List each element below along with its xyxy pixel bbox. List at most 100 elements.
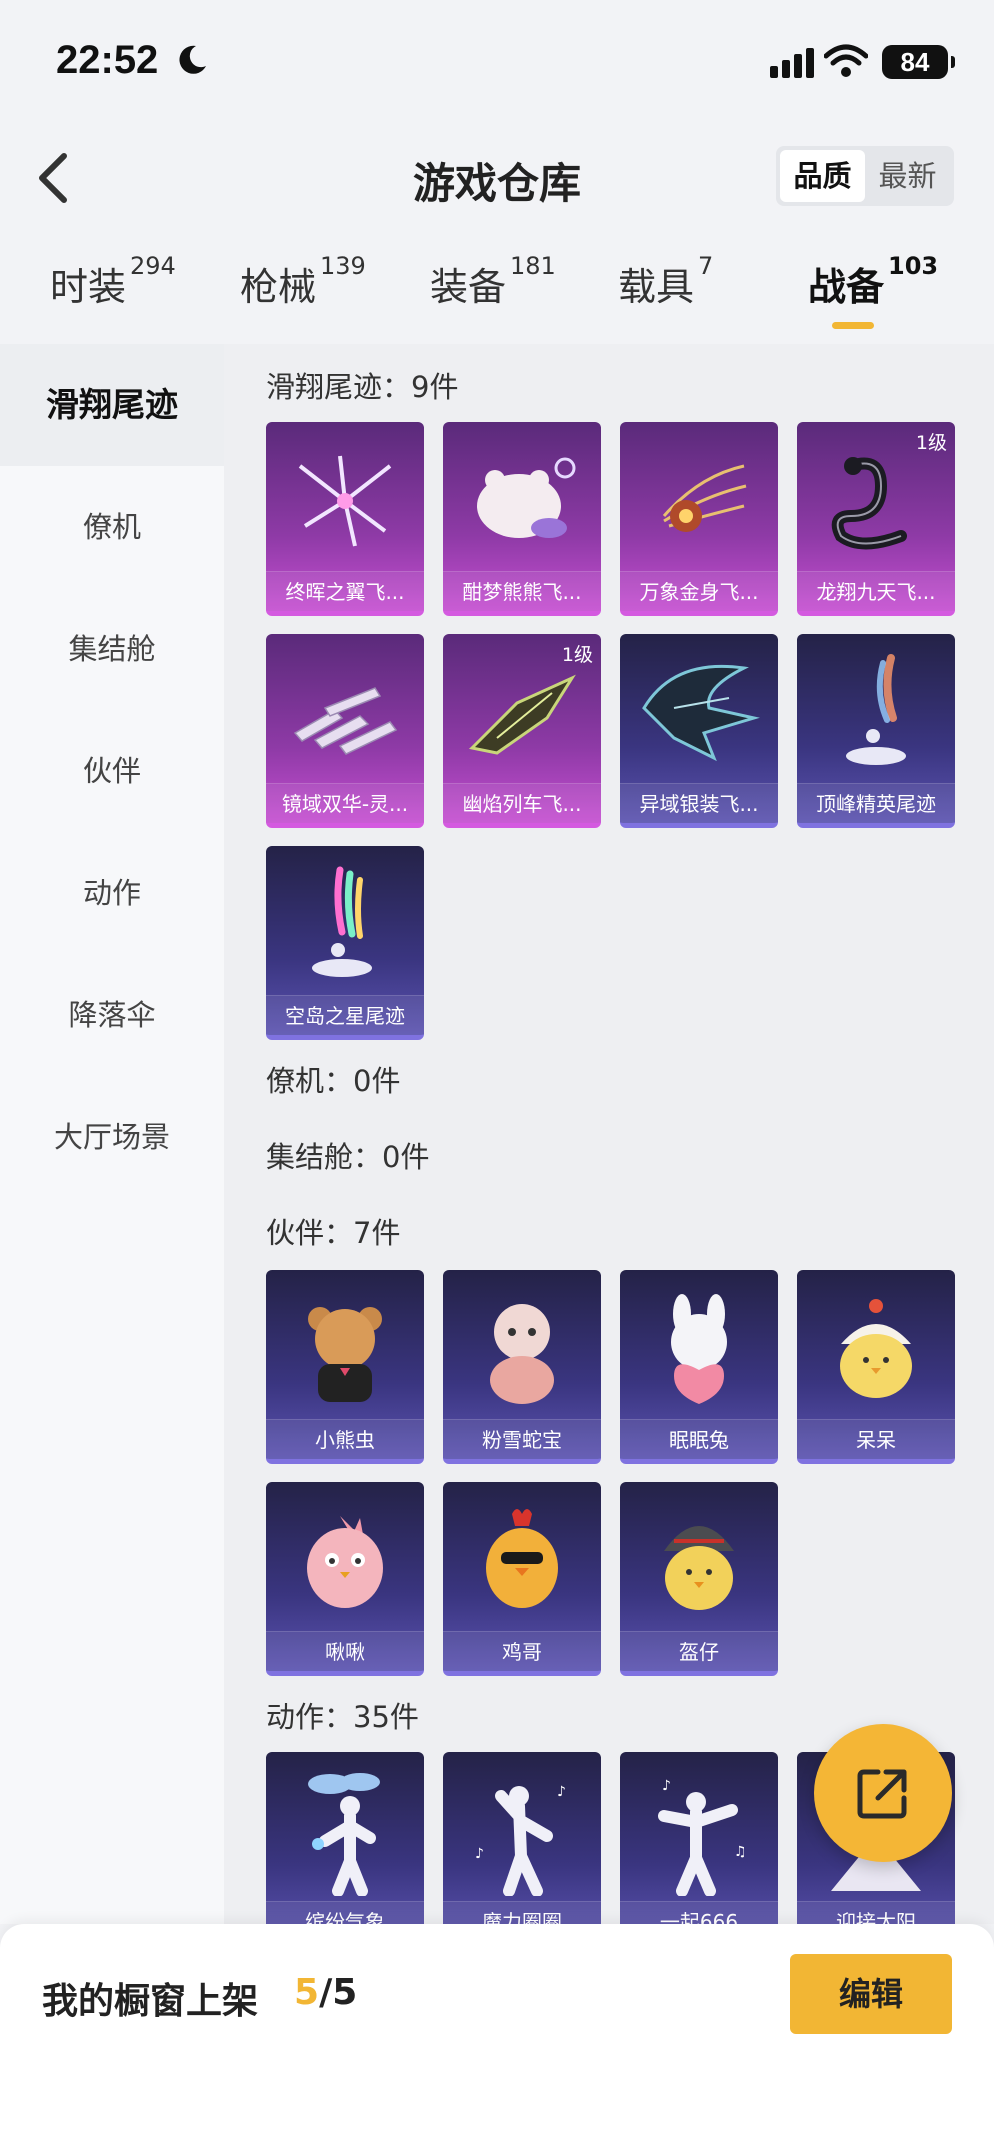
- showcase-label: 我的橱窗上架: [42, 1981, 259, 2022]
- item-card[interactable]: 缤纷气象: [266, 1752, 424, 1924]
- tab-readiness[interactable]: 战备 103: [808, 252, 938, 329]
- sort-by-quality[interactable]: 品质: [780, 150, 865, 202]
- item-card[interactable]: 酣梦熊熊飞...: [443, 422, 601, 616]
- tab-label: 装备: [430, 265, 507, 309]
- flame-train-icon: [468, 674, 576, 755]
- svg-text:♪: ♪: [475, 1846, 484, 1862]
- tab-firearms[interactable]: 枪械 139: [240, 252, 366, 311]
- pink-bird-companion-icon: [307, 1516, 383, 1608]
- section-title-action: 动作：35件: [266, 1700, 419, 1734]
- item-card[interactable]: 镜域双华-灵...: [266, 634, 424, 828]
- item-card[interactable]: 万象金身飞...: [620, 422, 778, 616]
- tab-label: 时装: [50, 265, 127, 309]
- sort-by-newest[interactable]: 最新: [865, 150, 950, 202]
- svg-text:♪: ♪: [662, 1778, 671, 1794]
- item-card[interactable]: 顶峰精英尾迹: [797, 634, 955, 828]
- magic-circle-pose-icon: ♪♪: [475, 1784, 566, 1896]
- item-card[interactable]: ♪ ♫ 一起666: [620, 1752, 778, 1924]
- showcase-bar: 我的橱窗上架 5/5 编辑: [0, 1924, 994, 2152]
- sort-toggle: 品质 最新: [776, 146, 954, 206]
- tab-label: 枪械: [240, 265, 317, 309]
- showcase-current-count: 5: [294, 1972, 320, 2013]
- signal-icon: [770, 48, 814, 78]
- item-name: 魔力圈圈: [443, 1901, 601, 1924]
- sidebar-item-companion[interactable]: 伙伴: [0, 710, 224, 832]
- item-card[interactable]: 1级 龙翔九天飞...: [797, 422, 955, 616]
- active-tab-indicator: [832, 322, 874, 329]
- svg-text:♫: ♫: [734, 1844, 747, 1860]
- item-name: 顶峰精英尾迹: [797, 783, 955, 823]
- item-card[interactable]: ♪ ♪ 魔力圈圈: [443, 1752, 601, 1924]
- item-card[interactable]: 异域银装飞...: [620, 634, 778, 828]
- sidebar-item-action[interactable]: 动作: [0, 832, 224, 954]
- item-name: 异域银装飞...: [620, 783, 778, 823]
- tab-label: 载具: [618, 265, 695, 309]
- item-card[interactable]: 空岛之星尾迹: [266, 846, 424, 1040]
- sleepy-bear-icon: [477, 457, 576, 538]
- crystal-trail-icon: [293, 687, 398, 755]
- sidebar-item-parachute[interactable]: 降落伞: [0, 954, 224, 1076]
- item-card[interactable]: 终晖之翼飞...: [266, 422, 424, 616]
- section-title-pod: 集结舱：0件: [266, 1140, 430, 1174]
- item-grid-area: 滑翔尾迹：9件 终晖之翼飞... 酣梦熊熊飞... 万象金身飞... 1级 龙翔…: [224, 344, 994, 1924]
- item-name: 缤纷气象: [266, 1901, 424, 1924]
- item-card[interactable]: 粉雪蛇宝: [443, 1270, 601, 1464]
- bear-companion-icon: [308, 1307, 382, 1402]
- tab-fashion[interactable]: 时装 294: [50, 252, 176, 311]
- status-time: 22:52: [56, 38, 159, 82]
- item-name: 万象金身飞...: [620, 571, 778, 611]
- section-title-wingman: 僚机：0件: [266, 1064, 401, 1098]
- item-card[interactable]: 1级 幽焰列车飞...: [443, 634, 601, 828]
- showcase-count: 5/5: [294, 1972, 357, 2013]
- item-card[interactable]: 眠眠兔: [620, 1270, 778, 1464]
- sleepy-bunny-companion-icon: [671, 1294, 727, 1404]
- item-name: 盔仔: [620, 1631, 778, 1671]
- item-name: 龙翔九天飞...: [797, 571, 955, 611]
- item-name: 呆呆: [797, 1419, 955, 1459]
- rooster-companion-icon: [486, 1509, 558, 1608]
- item-name: 酣梦熊熊飞...: [443, 571, 601, 611]
- item-name: 眠眠兔: [620, 1419, 778, 1459]
- item-name: 幽焰列车飞...: [443, 783, 601, 823]
- item-card[interactable]: 鸡哥: [443, 1482, 601, 1676]
- item-name: 空岛之星尾迹: [266, 995, 424, 1035]
- weather-pose-icon: [308, 1773, 380, 1896]
- category-sidebar: 滑翔尾迹 僚机 集结舱 伙伴 动作 降落伞 大厅场景: [0, 344, 224, 1924]
- smoke-trail-icon: [846, 654, 906, 765]
- item-name: 迎接太阳: [797, 1901, 955, 1924]
- section-title-glide: 滑翔尾迹：9件: [266, 370, 459, 404]
- sidebar-item-glide-trail[interactable]: 滑翔尾迹: [0, 344, 224, 466]
- tab-equipment[interactable]: 装备 181: [430, 252, 556, 311]
- silver-wing-icon: [642, 664, 760, 762]
- tab-label: 战备: [808, 265, 885, 309]
- showcase-total-count: /5: [319, 1972, 358, 2013]
- tab-count: 7: [698, 252, 714, 280]
- share-external-icon: [857, 1769, 907, 1819]
- item-name: 镜域双华-灵...: [266, 783, 424, 823]
- helmet-chick-companion-icon: [664, 1526, 734, 1610]
- chick-companion-icon: [840, 1299, 912, 1398]
- tab-vehicles[interactable]: 载具 7: [618, 252, 713, 311]
- moon-icon: [179, 45, 206, 74]
- edit-button[interactable]: 编辑: [790, 1954, 952, 2034]
- wifi-icon: [824, 44, 868, 77]
- share-button[interactable]: [814, 1724, 952, 1862]
- wing-trail-icon: [298, 455, 392, 547]
- svg-text:♪: ♪: [557, 1784, 566, 1800]
- item-card[interactable]: 小熊虫: [266, 1270, 424, 1464]
- item-card[interactable]: 呆呆: [797, 1270, 955, 1464]
- golden-comet-icon: [662, 464, 747, 532]
- cheer-pose-icon: ♪♫: [658, 1778, 747, 1896]
- item-name: 终晖之翼飞...: [266, 571, 424, 611]
- status-bar: 22:52 84: [0, 0, 994, 120]
- item-card[interactable]: 盔仔: [620, 1482, 778, 1676]
- sidebar-item-wingman[interactable]: 僚机: [0, 466, 224, 588]
- rainbow-trail-icon: [312, 866, 372, 977]
- tab-count: 181: [510, 252, 556, 280]
- item-name: 啾啾: [266, 1631, 424, 1671]
- sidebar-item-lobby-scene[interactable]: 大厅场景: [0, 1076, 224, 1198]
- tab-count: 294: [130, 252, 176, 280]
- category-tabs: 时装 294 枪械 139 装备 181 载具 7 战备 103: [0, 252, 994, 336]
- sidebar-item-rally-pod[interactable]: 集结舱: [0, 588, 224, 710]
- item-card[interactable]: 啾啾: [266, 1482, 424, 1676]
